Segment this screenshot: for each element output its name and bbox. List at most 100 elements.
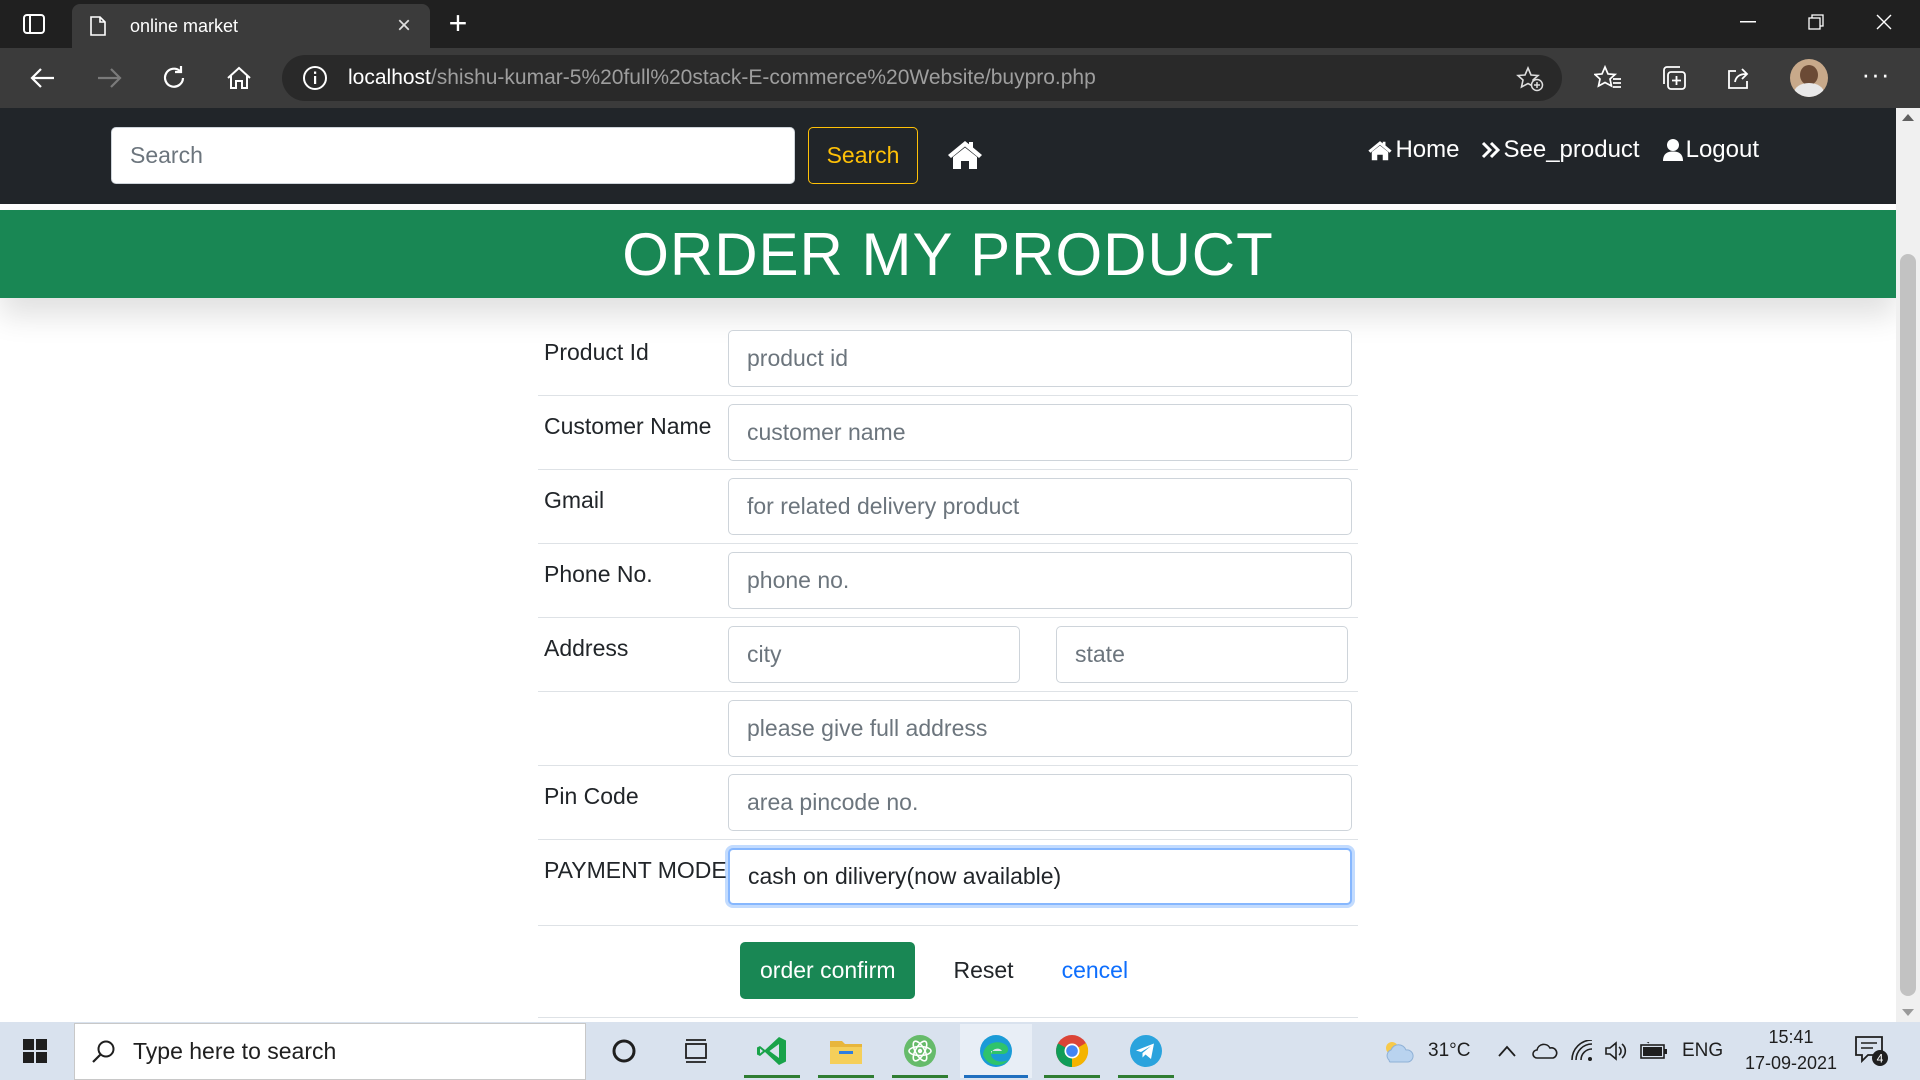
telegram-icon[interactable] [1110, 1024, 1182, 1078]
avatar-face [1800, 65, 1818, 85]
forward-arrow-icon[interactable] [90, 60, 128, 96]
battery-icon[interactable] [1640, 1022, 1668, 1080]
phone-input[interactable] [728, 552, 1352, 609]
chevron-up-icon[interactable] [1498, 1022, 1516, 1080]
wifi-icon[interactable] [1570, 1022, 1594, 1080]
double-chevron-icon [1482, 141, 1501, 159]
refresh-icon[interactable] [155, 60, 193, 96]
url-host: localhost [348, 66, 431, 89]
form-row-product-id: Product Id [538, 322, 1358, 396]
browser-toolbar: localhost/shishu-kumar-5%20full%20stack-… [0, 48, 1920, 108]
info-icon[interactable] [302, 65, 328, 91]
city-input[interactable] [728, 626, 1020, 683]
vscode-icon[interactable] [736, 1024, 808, 1078]
search-button[interactable]: Search [808, 127, 918, 184]
close-window-icon[interactable] [1850, 0, 1918, 44]
taskbar-clock[interactable]: 15:41 17-09-2021 [1736, 1024, 1846, 1076]
clock-time: 15:41 [1768, 1027, 1814, 1047]
windows-start-icon[interactable] [10, 1027, 60, 1075]
search-input[interactable] [111, 127, 795, 184]
notification-icon[interactable]: 4 [1854, 1034, 1890, 1068]
folder-icon[interactable] [810, 1024, 882, 1078]
taskbar-search-placeholder: Type here to search [133, 1038, 337, 1064]
page-icon [86, 14, 110, 38]
chrome-icon[interactable] [1036, 1024, 1108, 1078]
form-row-phone: Phone No. [538, 544, 1358, 618]
favorites-icon[interactable] [1590, 60, 1626, 96]
cloud-sun-icon[interactable] [1380, 1022, 1416, 1080]
tab-actions-icon[interactable] [18, 10, 50, 38]
reset-button[interactable]: Reset [933, 942, 1033, 999]
payment-mode-input[interactable] [728, 848, 1352, 905]
restore-icon[interactable] [1782, 0, 1850, 44]
taskbar: Type here to search 31°C ENG 15:41 17-09… [0, 1022, 1920, 1080]
language-indicator[interactable]: ENG [1682, 1022, 1723, 1080]
form-row-customer-name: Customer Name [538, 396, 1358, 470]
nav-see-product-link[interactable]: See_product [1481, 136, 1640, 164]
form-actions: order confirm Reset cencel [538, 926, 1358, 1018]
pincode-input[interactable] [728, 774, 1352, 831]
page-viewport: Search Home See_product Logout ORDER MY … [0, 108, 1896, 1022]
share-icon[interactable] [1721, 60, 1757, 96]
form-row-gmail: Gmail [538, 470, 1358, 544]
scroll-thumb[interactable] [1900, 254, 1916, 996]
nav-links: Home See_product Logout [1367, 136, 1759, 164]
vertical-scrollbar[interactable] [1896, 108, 1920, 1022]
address-bar[interactable]: localhost/shishu-kumar-5%20full%20stack-… [282, 55, 1562, 101]
customer-name-input[interactable] [728, 404, 1352, 461]
pincode-label: Pin Code [544, 783, 639, 809]
notification-count: 4 [1877, 1052, 1884, 1066]
form-row-address: Address [538, 618, 1358, 692]
taskbar-search-box[interactable]: Type here to search [74, 1023, 586, 1080]
gmail-input[interactable] [728, 478, 1352, 535]
payment-mode-label: PAYMENT MODE [544, 857, 727, 883]
onedrive-icon[interactable] [1532, 1022, 1558, 1080]
state-input[interactable] [1056, 626, 1348, 683]
nav-logout-label: Logout [1685, 136, 1759, 163]
avatar[interactable] [1790, 59, 1828, 97]
scroll-up-icon[interactable] [1902, 114, 1914, 121]
home-icon[interactable] [220, 60, 258, 96]
search-icon [92, 1040, 115, 1063]
minimize-icon[interactable] [1714, 0, 1782, 44]
browser-tab[interactable]: online market × [72, 4, 430, 48]
browser-tab-bar: online market × + [0, 0, 1920, 48]
nav-see-product-label: See_product [1503, 136, 1640, 163]
scroll-down-icon[interactable] [1902, 1009, 1914, 1016]
cancel-link[interactable]: cencel [1042, 942, 1148, 999]
more-options-icon[interactable]: ··· [1858, 60, 1894, 96]
nav-home-label: Home [1395, 136, 1460, 163]
product-id-input[interactable] [728, 330, 1352, 387]
cortana-icon[interactable] [588, 1024, 660, 1078]
home-icon [1368, 141, 1393, 161]
page-banner: ORDER MY PRODUCT [0, 210, 1896, 298]
full-address-label-empty [538, 700, 728, 757]
url-text: localhost/shishu-kumar-5%20full%20stack-… [348, 66, 1096, 90]
atom-icon[interactable] [884, 1024, 956, 1078]
page-title: ORDER MY PRODUCT [622, 220, 1274, 288]
edge-icon[interactable] [960, 1024, 1032, 1078]
collections-icon[interactable] [1656, 60, 1692, 96]
nav-home-link[interactable]: Home [1367, 136, 1459, 164]
nav-logout-link[interactable]: Logout [1662, 136, 1759, 164]
site-navbar: Search Home See_product Logout [0, 108, 1896, 204]
add-favorite-icon[interactable] [1516, 65, 1544, 97]
temperature-text[interactable]: 31°C [1428, 1022, 1470, 1080]
site-home-icon[interactable] [946, 138, 984, 172]
form-row-payment: PAYMENT MODE [538, 840, 1358, 926]
address-label: Address [544, 635, 629, 661]
gmail-label: Gmail [544, 487, 605, 513]
form-row-full-address [538, 692, 1358, 766]
new-tab-icon[interactable]: + [440, 6, 476, 42]
volume-icon[interactable] [1604, 1022, 1628, 1080]
product-id-label: Product Id [544, 339, 649, 365]
task-view-icon[interactable] [660, 1024, 732, 1078]
full-address-input[interactable] [728, 700, 1352, 757]
tab-title: online market [130, 15, 239, 36]
back-arrow-icon[interactable] [24, 60, 62, 96]
close-tab-icon[interactable]: × [392, 12, 416, 40]
form-row-pincode: Pin Code [538, 766, 1358, 840]
customer-name-label: Customer Name [544, 413, 712, 439]
order-confirm-button[interactable]: order confirm [740, 942, 916, 999]
actions-label-empty [538, 942, 728, 999]
